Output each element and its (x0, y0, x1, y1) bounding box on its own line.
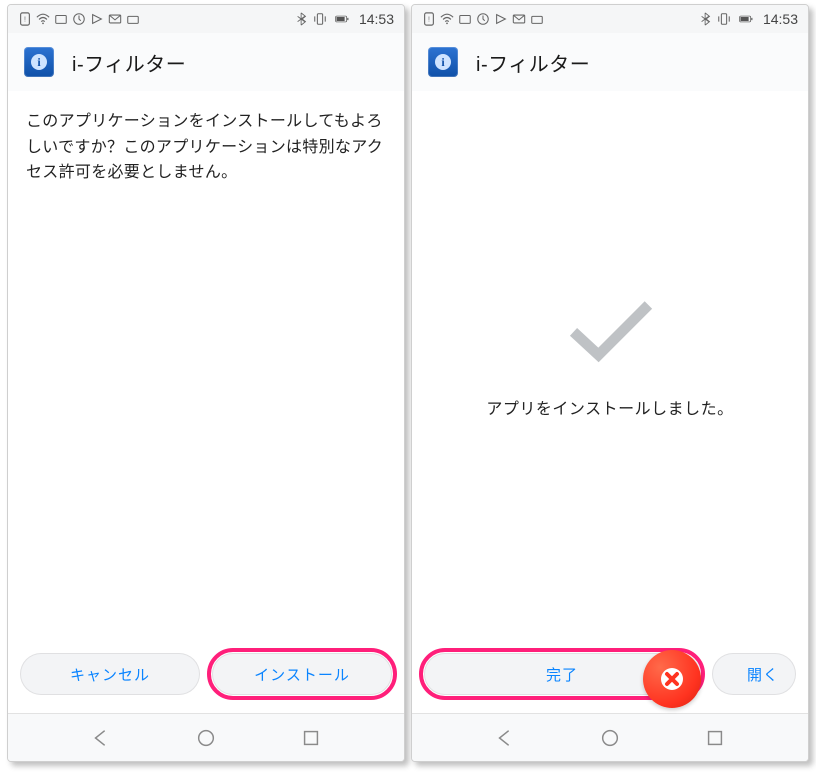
install-message: このアプリケーションをインストールしてもよろしいですか？このアプリケーションは特… (26, 109, 386, 186)
close-x-badge-icon[interactable] (643, 650, 701, 708)
sim-icon: ! (18, 12, 32, 26)
install-done-text: アプリをインストールしました。 (486, 395, 733, 419)
status-icon-4 (530, 12, 544, 26)
title-bar: i i-フィルター (412, 33, 808, 91)
phone-left: ! 14:53 i i-フィルター このアプリケーションをインストー (7, 4, 405, 762)
status-icon-1 (458, 12, 472, 26)
sim-icon: ! (422, 12, 436, 26)
wifi-icon (36, 12, 50, 26)
install-done-content: アプリをインストールしました。 (412, 91, 808, 639)
svg-text:!: ! (428, 17, 430, 24)
nav-recent-button[interactable] (298, 725, 324, 751)
button-row: キャンセル インストール (8, 639, 404, 713)
status-icon-4 (126, 12, 140, 26)
button-row: 完了 開く (412, 639, 808, 713)
mail-icon (512, 12, 526, 26)
clock-time: 14:53 (763, 11, 798, 27)
nav-home-button[interactable] (597, 725, 623, 751)
phone-right: ! 14:53 i i-フィルター (411, 4, 809, 762)
status-icon-3 (90, 12, 104, 26)
open-button[interactable]: 開く (712, 653, 796, 695)
nav-back-button[interactable] (492, 725, 518, 751)
vibrate-icon (717, 12, 731, 26)
nav-recent-button[interactable] (702, 725, 728, 751)
title-bar: i i-フィルター (8, 33, 404, 91)
battery-icon (331, 12, 353, 26)
checkmark-icon (562, 290, 658, 375)
vibrate-icon (313, 12, 327, 26)
bluetooth-icon (699, 12, 713, 26)
bluetooth-icon (295, 12, 309, 26)
status-bar: ! 14:53 (8, 5, 404, 33)
status-icon-1 (54, 12, 68, 26)
battery-icon (735, 12, 757, 26)
nav-back-button[interactable] (88, 725, 114, 751)
status-icon-2 (72, 12, 86, 26)
status-icon-3 (494, 12, 508, 26)
app-icon-letter: i (31, 54, 47, 70)
nav-bar (412, 713, 808, 761)
nav-home-button[interactable] (193, 725, 219, 751)
nav-bar (8, 713, 404, 761)
install-prompt-content: このアプリケーションをインストールしてもよろしいですか？このアプリケーションは特… (8, 91, 404, 639)
install-button-label: インストール (254, 664, 350, 685)
status-bar: ! 14:53 (412, 5, 808, 33)
app-icon: i (428, 47, 458, 77)
install-button[interactable]: インストール (212, 653, 392, 695)
svg-text:!: ! (24, 17, 26, 24)
app-title: i-フィルター (72, 48, 186, 77)
app-icon: i (24, 47, 54, 77)
app-icon-letter: i (435, 54, 451, 70)
open-button-label: 開く (747, 664, 779, 685)
status-icon-2 (476, 12, 490, 26)
wifi-icon (440, 12, 454, 26)
cancel-button-label: キャンセル (70, 664, 150, 685)
clock-time: 14:53 (359, 11, 394, 27)
app-title: i-フィルター (476, 48, 590, 77)
cancel-button[interactable]: キャンセル (20, 653, 200, 695)
mail-icon (108, 12, 122, 26)
done-button-label: 完了 (546, 664, 578, 685)
